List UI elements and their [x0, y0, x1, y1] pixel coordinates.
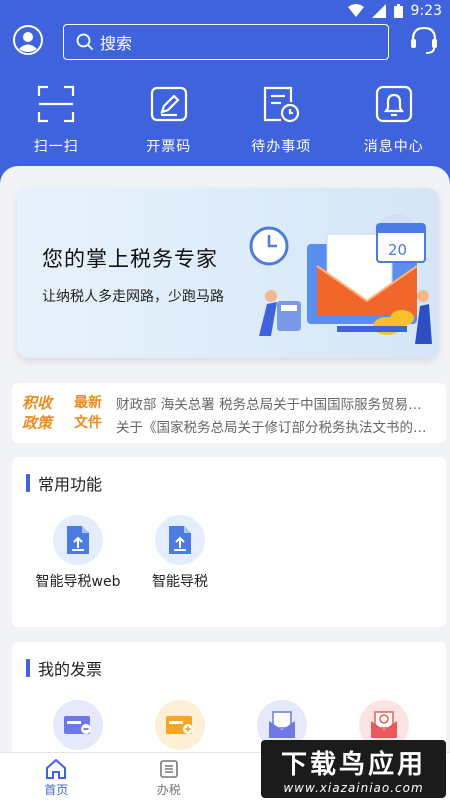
policy-news-panel[interactable]: 积收政策 最新文件 财政部 海关总署 税务总局关于中国国际服务贸易交易会展期内销… — [12, 383, 446, 443]
scan-icon — [38, 85, 75, 123]
invoice-code-icon — [150, 86, 187, 122]
promo-banner[interactable]: 您的掌上税务专家 让纳税人多走网路，少跑马路 20 — [17, 188, 439, 358]
customer-service-icon[interactable] — [408, 24, 440, 56]
quick-action-todo[interactable]: 待办事项 — [225, 84, 338, 156]
section-title-text: 常用功能 — [38, 475, 103, 494]
common-functions-card: 常用功能 智能导税web 智能导税 — [12, 457, 446, 627]
tax-illustration: 20 — [249, 214, 432, 344]
quick-action-invoice-code[interactable]: 开票码 — [113, 84, 226, 156]
quick-actions: 扫一扫 开票码 待办事项 消息中心 — [0, 84, 450, 156]
watermark-logo: 下载鸟应用 www.xiazainiao.com — [261, 740, 446, 798]
mail-document-icon — [269, 711, 295, 738]
tab-tax[interactable]: 办税 — [113, 753, 226, 800]
status-time: 9:23 — [410, 3, 442, 19]
function-smart-guide-web[interactable]: 智能导税web — [28, 515, 128, 592]
news-line[interactable]: 财政部 海关总署 税务总局关于中国国际服务贸易交易会展期内销售的进口展品税收政策… — [116, 393, 434, 413]
function-label: 智能导税 — [152, 574, 208, 590]
search-input[interactable]: 搜索 — [63, 24, 389, 60]
wifi-icon — [347, 4, 364, 17]
quick-action-label: 扫一扫 — [33, 139, 79, 155]
search-placeholder: 搜索 — [100, 34, 133, 53]
function-smart-guide[interactable]: 智能导税 — [130, 515, 230, 592]
watermark-url: www.xiazainiao.com — [283, 781, 424, 795]
todo-icon — [264, 86, 300, 123]
section-title-text: 我的发票 — [38, 660, 103, 679]
function-label: 智能导税web — [35, 574, 121, 590]
tab-home[interactable]: 首页 — [0, 753, 113, 800]
invoice-function-1[interactable] — [28, 700, 128, 750]
battery-icon — [393, 4, 403, 18]
tab-label: 办税 — [156, 783, 181, 797]
banner-title: 您的掌上税务专家 — [42, 247, 218, 271]
quick-action-label: 开票码 — [146, 139, 192, 155]
quick-action-label: 消息中心 — [363, 139, 424, 155]
section-accent-bar — [26, 474, 30, 492]
home-icon — [46, 759, 67, 779]
section-title: 我的发票 — [26, 656, 102, 680]
search-icon — [76, 33, 94, 51]
avatar-icon[interactable] — [12, 24, 44, 56]
section-title: 常用功能 — [26, 471, 102, 495]
card-minus-icon — [64, 716, 91, 734]
quick-action-scan[interactable]: 扫一扫 — [0, 84, 113, 156]
policy-tag: 积收政策 — [22, 394, 53, 432]
tab-label: 首页 — [44, 783, 69, 797]
watermark-title: 下载鸟应用 — [280, 750, 426, 780]
cell-signal-icon — [371, 4, 386, 18]
quick-action-messages[interactable]: 消息中心 — [338, 84, 450, 156]
card-add-icon — [166, 716, 193, 734]
document-upload-icon — [67, 526, 89, 554]
document-upload-icon — [169, 526, 191, 554]
invoice-function-2[interactable] — [130, 700, 230, 750]
list-icon — [159, 760, 178, 778]
latest-files-tag: 最新文件 — [74, 395, 102, 431]
mail-cancel-icon — [371, 711, 397, 738]
quick-action-label: 待办事项 — [251, 139, 312, 155]
section-accent-bar — [26, 659, 30, 677]
news-line[interactable]: 关于《国家税务总局关于修订部分税务执法文书的公告》的解读 — [116, 416, 434, 436]
status-bar: 9:23 — [0, 0, 450, 24]
bell-icon — [375, 85, 412, 123]
banner-subtitle: 让纳税人多走网路，少跑马路 — [42, 289, 224, 305]
calendar-day-text: 20 — [388, 241, 407, 259]
